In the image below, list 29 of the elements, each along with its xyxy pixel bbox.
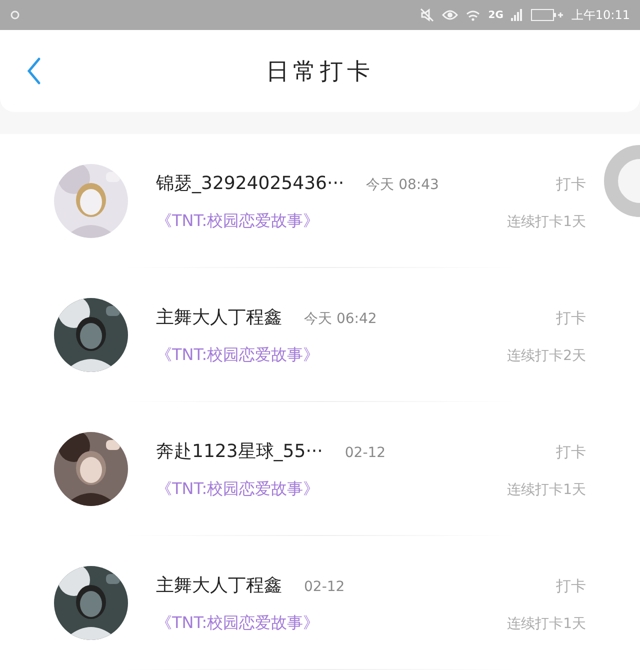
streak-count: 连续打卡1天 bbox=[507, 212, 586, 230]
wifi-icon bbox=[466, 9, 480, 21]
checkin-time: 02-12 bbox=[344, 444, 386, 460]
streak-count: 连续打卡1天 bbox=[507, 480, 586, 498]
book-title[interactable]: 《TNT:校园恋爱故事》 bbox=[156, 478, 320, 500]
mute-icon bbox=[420, 8, 434, 22]
checkin-label: 打卡 bbox=[556, 308, 586, 328]
eye-icon bbox=[442, 9, 458, 21]
checkin-label: 打卡 bbox=[556, 576, 586, 596]
checkin-label: 打卡 bbox=[556, 174, 586, 194]
checkin-time: 今天 06:42 bbox=[304, 310, 377, 328]
network-label: 2G bbox=[488, 10, 504, 20]
notification-icon bbox=[10, 10, 20, 20]
battery-icon bbox=[531, 9, 564, 21]
book-title[interactable]: 《TNT:校园恋爱故事》 bbox=[156, 210, 320, 232]
user-name: 锦瑟_32924025436··· bbox=[156, 172, 344, 194]
checkin-time: 今天 08:43 bbox=[366, 176, 439, 194]
signal-icon bbox=[511, 9, 524, 21]
user-name: 主舞大人丁程鑫 bbox=[156, 574, 282, 596]
book-title[interactable]: 《TNT:校园恋爱故事》 bbox=[156, 612, 320, 634]
page-title: 日常打卡 bbox=[266, 58, 374, 84]
checkin-time: 02-12 bbox=[304, 578, 345, 594]
book-title[interactable]: 《TNT:校园恋爱故事》 bbox=[156, 344, 320, 366]
clock: 上午10:11 bbox=[571, 6, 630, 24]
streak-count: 连续打卡1天 bbox=[507, 614, 586, 632]
streak-count: 连续打卡2天 bbox=[507, 346, 586, 364]
user-name: 主舞大人丁程鑫 bbox=[156, 306, 282, 328]
checkin-label: 打卡 bbox=[556, 442, 586, 462]
user-name: 奔赴1123星球_55··· bbox=[156, 440, 323, 462]
